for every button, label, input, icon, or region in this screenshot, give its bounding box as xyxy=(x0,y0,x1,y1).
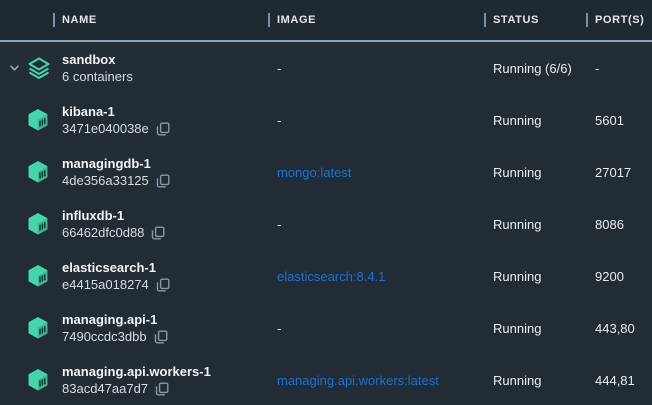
container-cube-icon xyxy=(27,264,49,288)
ports-text: 443,80 xyxy=(586,321,652,336)
column-header-label: PORT(S) xyxy=(595,14,644,26)
column-divider xyxy=(586,13,588,27)
copy-icon[interactable] xyxy=(155,382,169,396)
image-cell: - xyxy=(268,61,484,76)
status-text: Running xyxy=(484,321,586,336)
column-header-label: STATUS xyxy=(493,14,539,26)
column-divider xyxy=(53,13,55,27)
container-row[interactable]: managing.api-1 7490ccdc3dbb - Running 44… xyxy=(0,302,652,354)
container-row[interactable]: elasticsearch-1 e4415a018274 elasticsear… xyxy=(0,250,652,302)
container-row[interactable]: managingdb-1 4de356a33125 mongo:latest R… xyxy=(0,146,652,198)
image-link[interactable]: managing.api.workers:latest xyxy=(268,373,484,388)
container-cube-icon xyxy=(27,368,49,392)
status-text: Running (6/6) xyxy=(484,61,586,76)
copy-icon[interactable] xyxy=(156,174,170,188)
container-cube-icon xyxy=(27,108,49,132)
image-link[interactable]: mongo:latest xyxy=(268,165,484,180)
status-text: Running xyxy=(484,165,586,180)
container-name: influxdb-1 xyxy=(62,208,268,223)
container-cube-icon xyxy=(27,316,49,340)
column-header-status: STATUS xyxy=(484,13,586,27)
table-header: NAME IMAGE STATUS PORT(S) xyxy=(0,0,652,42)
container-name: managing.api-1 xyxy=(62,312,268,327)
status-text: Running xyxy=(484,269,586,284)
container-id: e4415a018274 xyxy=(62,277,149,292)
image-cell: - xyxy=(268,321,484,336)
container-row[interactable]: kibana-1 3471e040038e - Running 5601 xyxy=(0,94,652,146)
column-header-label: NAME xyxy=(62,14,97,26)
ports-text: 444,81 xyxy=(586,373,652,388)
container-name: managing.api.workers-1 xyxy=(62,364,268,379)
container-cube-icon xyxy=(27,212,49,236)
ports-text: 9200 xyxy=(586,269,652,284)
compose-group-row[interactable]: sandbox 6 containers - Running (6/6) - xyxy=(0,42,652,94)
image-cell: - xyxy=(268,217,484,232)
column-header-label: IMAGE xyxy=(277,14,316,26)
container-id: 66462dfc0d88 xyxy=(62,225,144,240)
container-row[interactable]: managing.api.workers-1 83acd47aa7d7 mana… xyxy=(0,354,652,405)
image-cell: - xyxy=(268,113,484,128)
column-header-image: IMAGE xyxy=(268,13,484,27)
ports-text: - xyxy=(586,61,652,76)
container-row[interactable]: influxdb-1 66462dfc0d88 - Running 8086 xyxy=(0,198,652,250)
group-subtitle: 6 containers xyxy=(62,69,133,84)
container-id: 3471e040038e xyxy=(62,121,149,136)
copy-icon[interactable] xyxy=(154,330,168,344)
chevron-down-icon[interactable] xyxy=(9,63,20,73)
copy-icon[interactable] xyxy=(151,226,165,240)
copy-icon[interactable] xyxy=(156,122,170,136)
layers-icon xyxy=(27,56,51,80)
container-id: 4de356a33125 xyxy=(62,173,149,188)
column-header-ports: PORT(S) xyxy=(586,13,652,27)
ports-text: 27017 xyxy=(586,165,652,180)
column-divider xyxy=(268,13,270,27)
image-link[interactable]: elasticsearch:8.4.1 xyxy=(268,269,484,284)
container-id: 83acd47aa7d7 xyxy=(62,381,148,396)
group-name: sandbox xyxy=(62,52,268,67)
container-cube-icon xyxy=(27,160,49,184)
column-header-name: NAME xyxy=(0,13,268,27)
container-id: 7490ccdc3dbb xyxy=(62,329,147,344)
status-text: Running xyxy=(484,373,586,388)
column-divider xyxy=(484,13,486,27)
copy-icon[interactable] xyxy=(156,278,170,292)
container-name: elasticsearch-1 xyxy=(62,260,268,275)
status-text: Running xyxy=(484,217,586,232)
ports-text: 8086 xyxy=(586,217,652,232)
containers-table: NAME IMAGE STATUS PORT(S) sandbox 6 cont… xyxy=(0,0,652,405)
container-name: managingdb-1 xyxy=(62,156,268,171)
container-name: kibana-1 xyxy=(62,104,268,119)
status-text: Running xyxy=(484,113,586,128)
ports-text: 5601 xyxy=(586,113,652,128)
